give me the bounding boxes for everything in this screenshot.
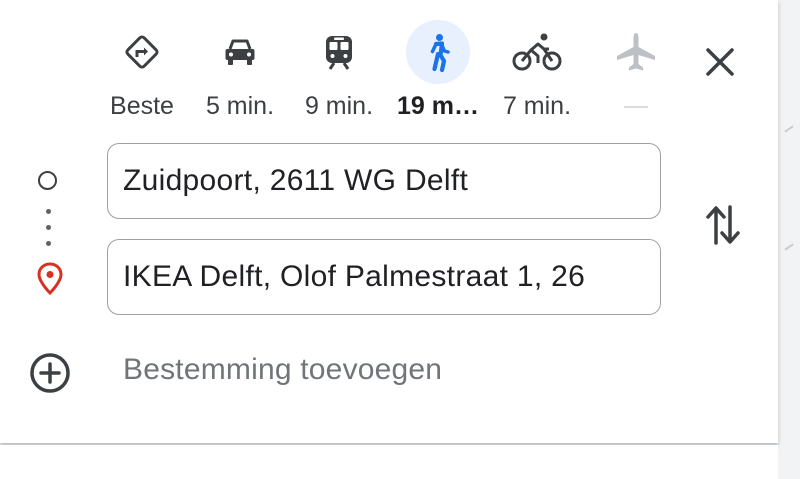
route-dot: [46, 241, 51, 246]
swap-arrows-icon: [706, 205, 740, 245]
mode-car-button[interactable]: 5 min.: [200, 20, 280, 130]
destination-input-value: IKEA Delft, Olof Palmestraat 1, 26: [123, 260, 586, 293]
text-fade-overlay: [600, 240, 660, 314]
mode-bike-label: 7 min.: [502, 92, 572, 120]
directions-panel: Beste 5 min. 9 min. 19 m… 7 min. Zuidpoo…: [0, 0, 778, 443]
mode-car-label: 5 min.: [205, 92, 275, 120]
walking-icon: [406, 20, 470, 84]
origin-input-value: Zuidpoort, 2611 WG Delft: [123, 164, 469, 197]
swap-locations-button[interactable]: [701, 203, 745, 247]
train-icon: [307, 20, 371, 84]
origin-circle-icon: [38, 171, 57, 190]
map-background[interactable]: [778, 0, 800, 479]
destination-input[interactable]: IKEA Delft, Olof Palmestraat 1, 26: [107, 239, 661, 315]
route-dot: [46, 225, 51, 230]
mode-flight-button[interactable]: [596, 20, 676, 130]
mode-best-button[interactable]: Beste: [102, 20, 182, 130]
add-destination-link[interactable]: Bestemming toevoegen: [123, 353, 442, 387]
route-dot: [46, 209, 51, 214]
destination-pin-icon: [37, 262, 63, 296]
map-road: [784, 243, 794, 251]
close-button[interactable]: [698, 40, 742, 84]
car-icon: [208, 20, 272, 84]
add-destination-icon[interactable]: [29, 352, 71, 394]
flight-unavailable-dash: [624, 106, 648, 108]
map-road: [784, 125, 794, 133]
panel-lower-area: [0, 445, 778, 479]
mode-bike-button[interactable]: 7 min.: [497, 20, 577, 130]
mode-walk-label: 19 m…: [397, 92, 479, 120]
origin-input[interactable]: Zuidpoort, 2611 WG Delft: [107, 143, 661, 219]
bicycle-icon: [505, 20, 569, 84]
mode-walk-button[interactable]: 19 m…: [397, 20, 479, 130]
airplane-icon: [604, 20, 668, 84]
directions-diamond-icon: [110, 20, 174, 84]
close-icon: [706, 48, 734, 76]
mode-best-label: Beste: [110, 92, 174, 120]
mode-transit-label: 9 min.: [304, 92, 374, 120]
mode-transit-button[interactable]: 9 min.: [299, 20, 379, 130]
